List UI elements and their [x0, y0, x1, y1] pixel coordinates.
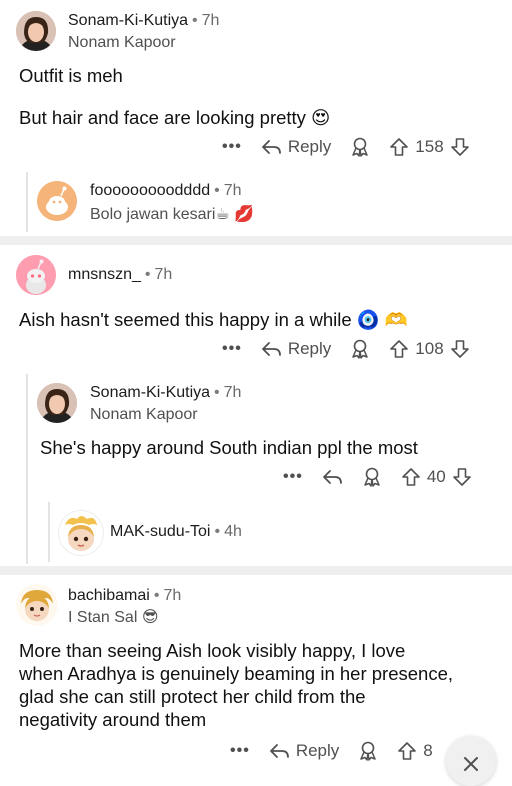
reply-button[interactable]: Reply — [260, 339, 331, 359]
comment-actions: ••• Reply 8 — [230, 740, 439, 762]
username[interactable]: fooooooooodddd — [90, 182, 210, 199]
timestamp: 7h — [154, 266, 173, 283]
more-options-button[interactable]: ••• — [222, 340, 242, 358]
timestamp: 7h — [223, 384, 242, 401]
vote-count: 108 — [415, 339, 444, 358]
comment-text: negativity around them — [19, 709, 207, 730]
vote-count: 40 — [426, 467, 446, 486]
more-options-button[interactable]: ••• — [222, 138, 242, 156]
user-flair: Nonam Kapoor — [90, 406, 198, 423]
timestamp: 7h — [163, 587, 182, 604]
reply-icon — [261, 140, 281, 154]
upvote-icon — [398, 742, 417, 760]
more-options-button[interactable]: ••• — [230, 742, 250, 760]
upvote-button[interactable] — [389, 137, 409, 157]
dot-separator: • — [214, 182, 220, 199]
avatar[interactable] — [58, 510, 104, 556]
comment-text: But hair and face are looking pretty 😍 — [19, 107, 331, 128]
dot-separator: • — [214, 523, 221, 540]
comment-author[interactable]: mnsnszn_ • 7h — [68, 266, 172, 284]
comment-author[interactable]: bachibamai • 7h — [68, 587, 181, 605]
user-flair: Nonam Kapoor — [68, 34, 176, 51]
comment-text: More than seeing Aish look visibly happy… — [19, 640, 406, 661]
upvote-icon — [390, 138, 409, 156]
comment-actions: ••• Reply 158 — [222, 136, 470, 158]
comment-separator — [0, 236, 512, 245]
username[interactable]: Sonam-Ki-Kutiya — [68, 12, 188, 29]
more-options-button[interactable]: ••• — [283, 468, 303, 486]
username[interactable]: MAK-sudu-Toi — [110, 523, 210, 540]
comment-actions: ••• 40 — [283, 466, 472, 488]
comment-text: when Aradhya is genuinely beaming in her… — [19, 663, 454, 684]
upvote-icon — [402, 468, 420, 486]
vote-count: 158 — [415, 137, 444, 156]
reply-icon — [261, 342, 281, 356]
timestamp: 4h — [224, 523, 242, 540]
avatar[interactable] — [16, 584, 58, 626]
timestamp: 7h — [201, 12, 220, 29]
thread-line[interactable] — [26, 172, 28, 232]
dot-separator: • — [214, 384, 220, 401]
award-button[interactable] — [357, 740, 379, 762]
reply-button[interactable] — [321, 467, 343, 487]
reply-icon — [322, 470, 342, 484]
dot-separator: • — [153, 587, 160, 604]
avatar[interactable] — [16, 255, 56, 295]
award-button[interactable] — [361, 466, 383, 488]
thread-line[interactable] — [48, 502, 50, 562]
username[interactable]: mnsnszn_ — [68, 266, 141, 283]
award-icon — [364, 467, 380, 487]
award-icon — [352, 339, 369, 359]
dot-separator: • — [144, 266, 151, 283]
downvote-button[interactable] — [450, 137, 470, 157]
award-button[interactable] — [349, 136, 371, 158]
comment-text: She's happy around South indian ppl the … — [40, 437, 418, 458]
username[interactable]: bachibamai — [68, 587, 150, 604]
reply-label: Reply — [295, 741, 340, 760]
timestamp: 7h — [223, 182, 242, 199]
user-flair: I Stan Sal 😎 — [68, 609, 159, 626]
reply-icon — [269, 744, 289, 758]
reply-button[interactable]: Reply — [268, 741, 339, 761]
reply-label: Reply — [287, 137, 332, 156]
collapse-button[interactable] — [446, 736, 496, 786]
comment-author[interactable]: Sonam-Ki-Kutiya • 7h — [90, 384, 241, 402]
downvote-icon — [450, 138, 469, 156]
upvote-button[interactable] — [397, 741, 417, 761]
comment-author[interactable]: Sonam-Ki-Kutiya • 7h — [68, 12, 219, 30]
upvote-icon — [390, 340, 409, 358]
dot-separator: • — [192, 12, 198, 29]
downvote-button[interactable] — [452, 467, 472, 487]
award-icon — [360, 741, 377, 761]
reply-label: Reply — [287, 339, 332, 358]
comment-text: glad she can still protect her child fro… — [19, 686, 366, 707]
award-icon — [352, 137, 369, 157]
avatar[interactable] — [16, 11, 56, 51]
reply-button[interactable]: Reply — [260, 137, 331, 157]
thread-line[interactable] — [26, 374, 28, 564]
avatar[interactable] — [37, 383, 77, 423]
comment-author[interactable]: fooooooooodddd • 7h — [90, 182, 242, 200]
avatar[interactable] — [37, 181, 77, 221]
upvote-button[interactable] — [401, 467, 421, 487]
vote-count: 8 — [423, 741, 433, 760]
downvote-icon — [450, 340, 469, 358]
comment-author[interactable]: MAK-sudu-Toi • 4h — [110, 523, 242, 541]
username[interactable]: Sonam-Ki-Kutiya — [90, 384, 210, 401]
user-flair: Bolo jawan kesari☕ 💋 — [90, 206, 255, 223]
comment-actions: ••• Reply 108 — [222, 338, 470, 360]
upvote-button[interactable] — [389, 339, 409, 359]
downvote-button[interactable] — [450, 339, 470, 359]
award-button[interactable] — [349, 338, 371, 360]
comment-separator — [0, 566, 512, 575]
downvote-icon — [452, 468, 471, 486]
comment-text: Aish hasn't seemed this happy in a while… — [19, 309, 408, 330]
close-icon — [464, 757, 478, 771]
comment-text: Outfit is meh — [19, 65, 123, 86]
